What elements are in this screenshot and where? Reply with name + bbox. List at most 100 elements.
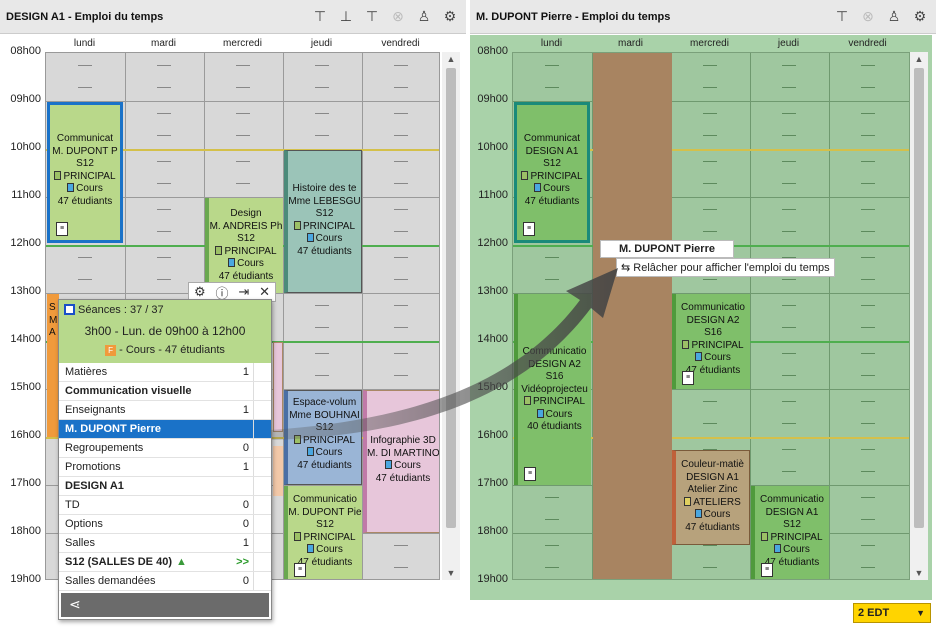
popup-row[interactable]: Salles demandées 0 [59, 572, 271, 591]
row-cell [253, 515, 271, 533]
course-block[interactable] [273, 342, 283, 432]
row-cell [253, 382, 271, 400]
scroll-up-icon[interactable]: ▲ [442, 54, 460, 64]
course-block[interactable]: Communicatio DESIGN A2 S16 PRINCIPAL Cou… [672, 294, 750, 389]
course-room: S12 [315, 208, 334, 219]
popup-row[interactable]: S12 (SALLES DE 40) ▲ >> [59, 553, 271, 572]
empty-slot-mark [861, 401, 875, 402]
course-block[interactable]: Communicatio DESIGN A1 S12 PRINCIPAL Cou… [751, 486, 829, 579]
course-type: Cours [316, 544, 343, 555]
empty-slot-mark [78, 87, 92, 88]
course-block[interactable]: Communicatio DESIGN A2 S16 Vidéoprojecte… [514, 294, 591, 485]
right-grid[interactable]: Communicat DESIGN A1 S12 PRINCIPAL Cours… [512, 52, 910, 580]
scroll-up-icon[interactable]: ▲ [910, 54, 928, 64]
popup-row[interactable]: Regroupements 0 [59, 439, 271, 458]
empty-slot-mark [545, 519, 559, 520]
scroll-thumb[interactable] [914, 68, 924, 528]
site-square-icon [54, 170, 62, 180]
popup-row[interactable]: TD 0 [59, 496, 271, 515]
hour-label: 14h00 [10, 333, 41, 345]
empty-slot-mark [545, 65, 559, 66]
popup-row-value: 0 [242, 518, 249, 530]
scroll-down-icon[interactable]: ▼ [910, 568, 928, 578]
course-type: Cours [703, 509, 731, 520]
course-block[interactable]: Communicat DESIGN A1 S12 PRINCIPAL Cours… [514, 102, 590, 243]
course-type: Cours [543, 183, 570, 194]
cancel-icon[interactable]: ⊗ [388, 6, 408, 26]
row-cell [253, 496, 271, 514]
popup-row[interactable]: Options 0 [59, 515, 271, 534]
empty-slot-mark [157, 279, 171, 280]
empty-slot-mark [861, 87, 875, 88]
popup-row[interactable]: Enseignants 1 [59, 401, 271, 420]
row-cell [253, 458, 271, 476]
course-block[interactable]: Communicatio M. DUPONT Pie S12 PRINCIPAL… [284, 486, 362, 579]
course-site: PRINCIPAL [532, 396, 586, 407]
type-square-icon [67, 183, 75, 192]
scroll-thumb[interactable] [446, 68, 456, 528]
empty-slot-mark [157, 87, 171, 88]
empty-slot-mark [861, 545, 875, 546]
course-site: PRINCIPAL [770, 531, 823, 543]
course-block[interactable]: Design M. ANDREIS Ph S12 PRINCIPAL Cours… [205, 198, 283, 293]
scroll-down-icon[interactable]: ▼ [442, 568, 460, 578]
empty-slot-mark [861, 279, 875, 280]
empty-slot-mark [78, 257, 92, 258]
type-square-icon [695, 352, 703, 361]
gear-icon[interactable]: ⚙ [910, 6, 930, 26]
cancel-icon[interactable]: ⊗ [858, 6, 878, 26]
popup-row[interactable]: Salles 1 [59, 534, 271, 553]
empty-slot-mark [236, 113, 250, 114]
popup-row[interactable]: Promotions 1 [59, 458, 271, 477]
site-square-icon [293, 220, 301, 230]
course-block[interactable]: Espace-volum Mme BOUHNAI S12 PRINCIPAL C… [284, 390, 362, 485]
course-block[interactable]: Infographie 3D M. DI MARTINO Cours 47 ét… [363, 390, 439, 533]
course-block[interactable] [273, 446, 283, 496]
remove-filter-icon[interactable]: ⊤ [362, 6, 382, 26]
user-icon[interactable]: ♙ [884, 6, 904, 26]
gear-icon[interactable]: ⚙ [440, 6, 460, 26]
popup-row[interactable]: Communication visuelle [59, 382, 271, 401]
export-icon[interactable]: ⇥ [238, 284, 249, 300]
empty-slot-mark [861, 471, 875, 472]
empty-slot-mark [394, 87, 408, 88]
course-block[interactable]: Couleur-matiè DESIGN A1 Atelier Zinc ATE… [672, 450, 750, 545]
hour-label: 13h00 [477, 285, 508, 297]
course-type: Cours [237, 258, 264, 269]
gear-icon[interactable]: ⚙ [194, 284, 206, 300]
row-cell [253, 439, 271, 457]
course-block[interactable]: Histoire des te Mme LEBESGU S12 PRINCIPA… [284, 150, 362, 293]
students-icon: ≡ [523, 222, 535, 236]
empty-slot-mark [861, 375, 875, 376]
add-filter-icon[interactable]: ⊥ [336, 6, 356, 26]
hour-label: 18h00 [477, 525, 508, 537]
close-icon[interactable]: ✕ [259, 284, 270, 300]
user-icon[interactable]: ♙ [414, 6, 434, 26]
edt-count-dropdown[interactable]: 2 EDT ▼ [853, 603, 931, 623]
empty-slot-mark [545, 257, 559, 258]
left-scrollbar[interactable]: ▲ ▼ [442, 52, 460, 580]
empty-slot-mark [236, 65, 250, 66]
hour-label: 15h00 [477, 381, 508, 393]
empty-slot-mark [157, 257, 171, 258]
row-cell [253, 534, 271, 552]
hour-label: 14h00 [477, 333, 508, 345]
right-scrollbar[interactable]: ▲ ▼ [910, 52, 928, 580]
hour-label: 08h00 [477, 45, 508, 57]
popup-row-label: DESIGN A1 [65, 480, 124, 492]
empty-slot-mark [157, 65, 171, 66]
filter-icon[interactable]: ⊤ [310, 6, 330, 26]
popup-row[interactable]: M. DUPONT Pierre [59, 420, 271, 439]
course-subject: Communicat [56, 133, 114, 144]
empty-slot-mark [315, 135, 329, 136]
hour-label: 16h00 [477, 429, 508, 441]
empty-slot-mark [782, 161, 796, 162]
popup-row[interactable]: DESIGN A1 [59, 477, 271, 496]
empty-slot-mark [782, 353, 796, 354]
share-icon[interactable]: ⋖ [69, 596, 81, 613]
empty-slot-mark [703, 161, 717, 162]
popup-row[interactable]: Matières 1 [59, 363, 271, 382]
filter-icon[interactable]: ⊤ [832, 6, 852, 26]
course-block[interactable]: Communicat M. DUPONT P S12 PRINCIPAL Cou… [47, 102, 123, 243]
right-panel-title: M. DUPONT Pierre - Emploi du temps [476, 11, 671, 23]
